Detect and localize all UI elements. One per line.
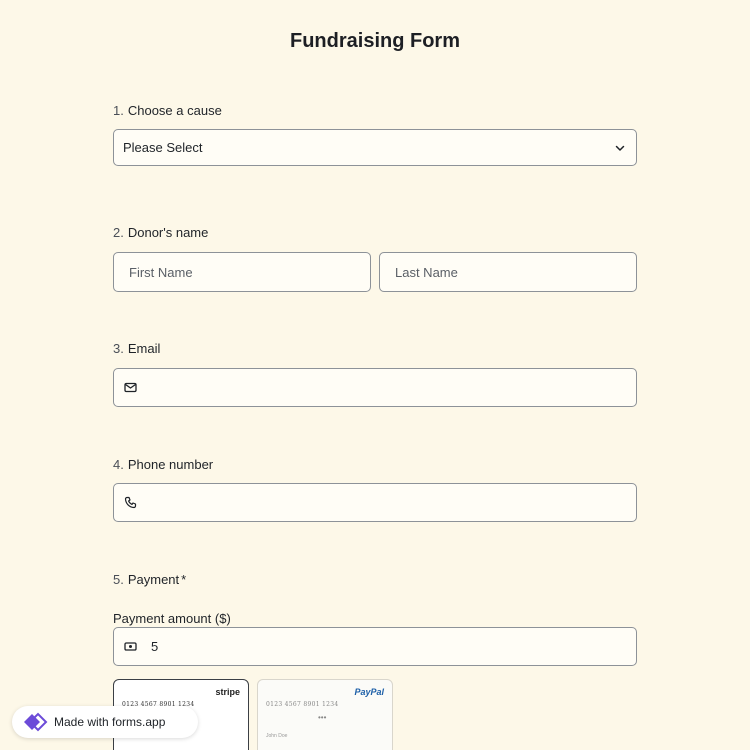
question-payment-label: 5. Payment * <box>113 572 186 587</box>
chevron-down-icon <box>614 142 626 154</box>
badge-text: Made with forms.app <box>54 715 166 729</box>
stripe-logo: stripe <box>215 687 240 697</box>
paypal-payment-option[interactable]: PayPal 0123 4567 8901 1234 ••• John Doe <box>257 679 393 750</box>
forms-app-logo-icon <box>20 710 48 734</box>
payment-amount-field[interactable]: 5 <box>113 627 637 666</box>
first-name-placeholder: First Name <box>129 264 193 280</box>
question-number: 2. <box>113 225 124 240</box>
paypal-logo: PayPal <box>354 687 384 697</box>
envelope-icon <box>124 382 137 393</box>
card-number: 0123 4567 8901 1234 <box>266 701 339 708</box>
card-cvc-dots: ••• <box>318 713 327 722</box>
required-mark: * <box>181 572 187 587</box>
question-text: Payment <box>127 572 180 587</box>
question-text: Choose a cause <box>127 103 222 118</box>
payment-amount-label: Payment amount ($) <box>113 611 231 626</box>
question-number: 3. <box>113 341 124 356</box>
question-number: 4. <box>113 457 124 472</box>
question-cause-label: 1. Choose a cause <box>113 103 222 118</box>
question-number: 1. <box>113 103 124 118</box>
last-name-field[interactable]: Last Name <box>379 252 637 292</box>
cause-select-value: Please Select <box>123 140 203 155</box>
cash-icon <box>124 641 137 652</box>
question-name-label: 2. Donor's name <box>113 225 208 240</box>
question-text: Email <box>127 341 161 356</box>
card-holder-name: John Doe <box>266 733 288 739</box>
question-text: Phone number <box>127 457 214 472</box>
made-with-badge[interactable]: Made with forms.app <box>12 706 198 738</box>
email-field[interactable] <box>113 368 637 407</box>
first-name-field[interactable]: First Name <box>113 252 371 292</box>
question-phone-label: 4. Phone number <box>113 457 213 472</box>
question-text: Donor's name <box>127 225 209 240</box>
phone-icon <box>124 496 137 509</box>
question-number: 5. <box>113 572 124 587</box>
form-title: Fundraising Form <box>290 30 460 52</box>
question-email-label: 3. Email <box>113 341 160 356</box>
cause-select[interactable]: Please Select <box>113 129 637 166</box>
last-name-placeholder: Last Name <box>395 264 458 280</box>
payment-amount-value: 5 <box>151 639 159 654</box>
phone-field[interactable] <box>113 483 637 522</box>
